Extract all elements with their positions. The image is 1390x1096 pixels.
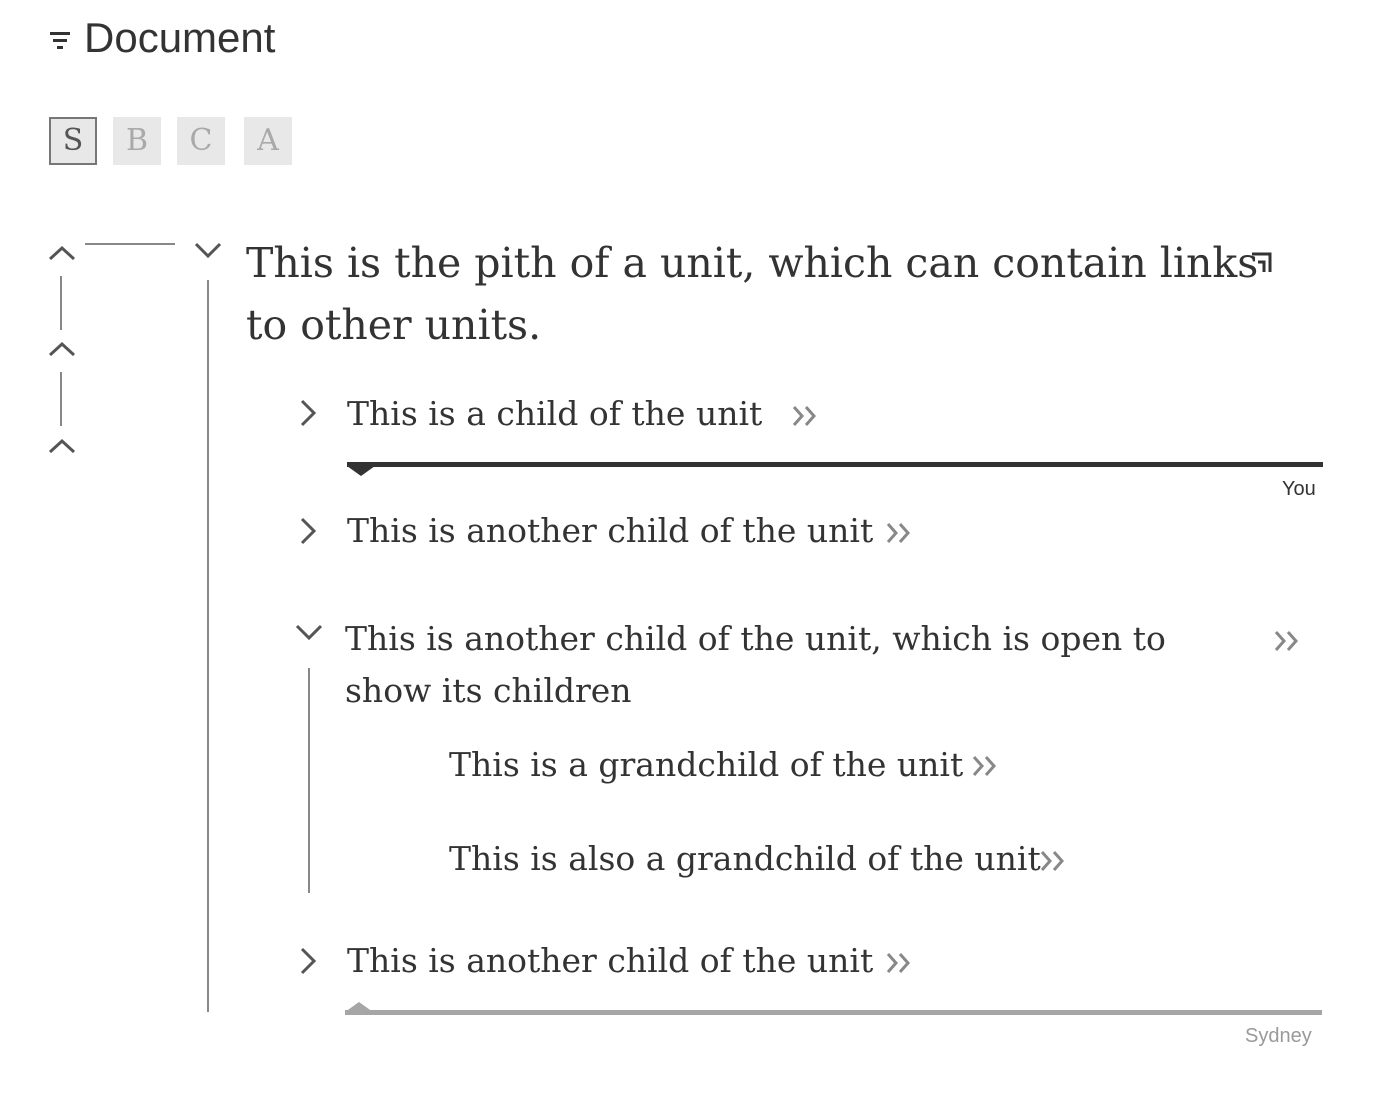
unit-pith[interactable]: This is the pith of a unit, which can co… xyxy=(246,232,1286,356)
page-title: Document xyxy=(84,14,276,61)
view-mode-b-button[interactable]: B xyxy=(113,117,161,165)
presence-bar-you xyxy=(347,462,1323,467)
grandchild-unit-text[interactable]: This is also a grandchild of the unit xyxy=(449,833,1041,885)
view-mode-a-button[interactable]: A xyxy=(244,117,292,165)
view-mode-c-button[interactable]: C xyxy=(177,117,225,165)
presence-label-other: Sydney xyxy=(1245,1025,1312,1047)
ancestor-up-icon[interactable] xyxy=(48,437,76,455)
expand-child-icon[interactable] xyxy=(298,398,318,428)
open-grandchild-icon[interactable] xyxy=(1038,848,1068,874)
ancestor-up-icon[interactable] xyxy=(48,340,76,358)
open-child-icon[interactable] xyxy=(884,520,914,546)
ancestor-connector xyxy=(60,276,62,330)
ancestor-up-icon[interactable] xyxy=(48,244,76,262)
filter-icon[interactable] xyxy=(48,30,72,52)
unit-pith-text[interactable]: This is the pith of a unit, which can co… xyxy=(246,239,1258,349)
link-corner-icon[interactable] xyxy=(1250,250,1274,274)
view-mode-s-button[interactable]: S xyxy=(49,117,97,165)
open-child-icon[interactable] xyxy=(1272,628,1302,654)
collapse-unit-icon[interactable] xyxy=(193,240,223,260)
child-unit-text[interactable]: This is another child of the unit xyxy=(347,935,873,987)
expand-child-icon[interactable] xyxy=(298,516,318,546)
grandchild-unit-text[interactable]: This is a grandchild of the unit xyxy=(449,739,963,791)
child-unit-text[interactable]: This is another child of the unit, which… xyxy=(345,613,1255,717)
unit-children-rail xyxy=(207,280,209,1012)
child-children-rail xyxy=(308,668,310,893)
presence-caret-down-icon xyxy=(347,466,375,476)
expand-child-icon[interactable] xyxy=(298,946,318,976)
presence-label-you: You xyxy=(1282,478,1316,500)
collapse-child-icon[interactable] xyxy=(294,622,324,642)
open-child-icon[interactable] xyxy=(790,403,820,429)
ancestor-divider xyxy=(85,243,175,245)
child-unit-text[interactable]: This is a child of the unit xyxy=(347,388,762,440)
child-unit-text[interactable]: This is another child of the unit xyxy=(347,505,873,557)
presence-bar-other xyxy=(345,1010,1322,1015)
open-child-icon[interactable] xyxy=(884,950,914,976)
open-grandchild-icon[interactable] xyxy=(970,753,1000,779)
ancestor-connector xyxy=(60,372,62,426)
